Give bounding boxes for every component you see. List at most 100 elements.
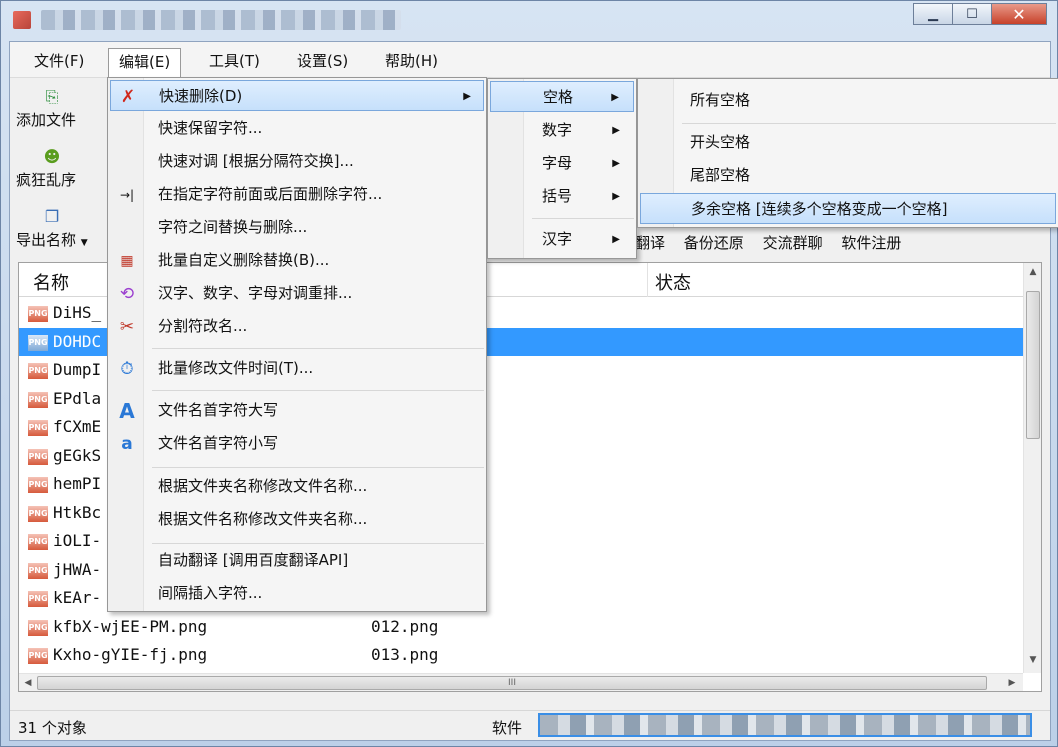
scroll-left-arrow-icon[interactable]: ◀ — [19, 674, 37, 692]
register-button[interactable]: 软件注册 — [841, 234, 901, 252]
uppercase-a-icon: A — [119, 399, 135, 423]
submenu-item-leading-spaces[interactable]: 开头空格 — [640, 127, 1056, 158]
scroll-down-arrow-icon[interactable]: ▼ — [1024, 651, 1042, 669]
application-window: ▁ ☐ ✕ 文件(F) 编辑(E) 工具(T) 设置(S) 帮助(H) ⎘ 添加… — [0, 0, 1058, 747]
menu-item-label: 文件名首字符大写 — [158, 401, 279, 419]
menu-item-label: 根据文件夹名称修改文件名称... — [158, 477, 368, 495]
submenu-item-letters[interactable]: 字母 ▶ — [490, 148, 634, 179]
menu-item-label: 批量修改文件时间(T)... — [158, 359, 314, 377]
export-names-label: 导出名称 — [16, 231, 77, 249]
png-file-icon: PNG — [28, 648, 48, 664]
file-name: DumpI — [53, 360, 102, 379]
menu-divider — [152, 390, 484, 391]
menu-item-interval-insert[interactable]: 间隔插入字符... — [110, 578, 484, 609]
menu-item-batch-replace[interactable]: ▦ 批量自定义删除替换(B)... — [110, 245, 484, 276]
menu-item-replace-between[interactable]: 字符之间替换与删除... — [110, 212, 484, 243]
file-name: gEGkS — [53, 445, 102, 465]
menu-help[interactable]: 帮助(H) — [375, 48, 448, 74]
batch-replace-icon: ▦ — [120, 253, 134, 269]
menu-tools[interactable]: 工具(T) — [199, 48, 270, 74]
png-file-icon: PNG — [28, 334, 48, 351]
submenu-item-extra-spaces[interactable]: 多余空格 [连续多个空格变成一个空格] — [640, 193, 1056, 224]
menu-item-rename-folder-by-file[interactable]: 根据文件名称修改文件夹名称... — [110, 504, 484, 535]
file-name: hemPI — [53, 474, 102, 493]
table-row[interactable]: PNG Kxho-gYIE-fj.png 013.png — [19, 641, 1023, 670]
clock-icon: ⏱ — [120, 359, 134, 379]
png-file-icon: PNG — [28, 391, 48, 408]
menu-item-quick-delete[interactable]: ✗ 快速删除(D) ▶ — [110, 80, 484, 111]
shuffle-icon: ⟲ — [119, 284, 135, 304]
menu-edit[interactable]: 编辑(E) — [108, 48, 182, 78]
submenu-item-digits[interactable]: 数字 ▶ — [490, 115, 634, 146]
submenu-item-label: 尾部空格 — [690, 166, 751, 184]
menu-settings[interactable]: 设置(S) — [287, 48, 358, 74]
smiley-icon: ☻ — [43, 147, 61, 166]
dropdown-arrow-icon[interactable]: ▼ — [81, 238, 88, 248]
quick-delete-submenu: 空格 ▶ 数字 ▶ 字母 ▶ 括号 ▶ 汉字 ▶ — [487, 78, 637, 259]
menu-divider — [532, 218, 634, 219]
menu-item-label: 间隔插入字符... — [158, 584, 263, 602]
file-name: fCXmE — [53, 417, 102, 436]
file-name: kEAr- — [53, 588, 102, 607]
menu-item-quick-keep[interactable]: 快速保留字符... — [110, 113, 484, 144]
translate-button[interactable]: 翻译 — [635, 234, 665, 252]
backup-restore-button[interactable]: 备份还原 — [684, 234, 744, 252]
status-blurred-text — [538, 713, 1032, 737]
file-name: EPdla — [53, 388, 102, 408]
submenu-item-trailing-spaces[interactable]: 尾部空格 — [640, 160, 1056, 191]
horizontal-scroll-thumb[interactable]: III — [37, 676, 987, 690]
submenu-item-chinese[interactable]: 汉字 ▶ — [490, 224, 634, 255]
add-files-label: 添加文件 — [16, 111, 77, 129]
submenu-item-label: 多余空格 [连续多个空格变成一个空格] — [691, 200, 948, 218]
copy-icon: ❐ — [44, 207, 60, 226]
menu-divider — [152, 467, 484, 468]
menu-item-auto-translate[interactable]: 自动翻译 [调用百度翻译API] — [110, 545, 484, 576]
submenu-item-all-spaces[interactable]: 所有空格 — [640, 85, 1056, 116]
vertical-scroll-thumb[interactable] — [1026, 291, 1040, 439]
menu-item-separator-rename[interactable]: ✂ 分割符改名... — [110, 311, 484, 342]
png-file-icon: PNG — [28, 619, 48, 636]
horizontal-scrollbar[interactable]: ◀ III ▶ — [19, 673, 1023, 691]
file-name: DiHS_ — [53, 303, 102, 322]
menu-item-quick-swap[interactable]: 快速对调 [根据分隔符交换]... — [110, 146, 484, 177]
app-icon — [13, 11, 31, 29]
add-files-button[interactable]: ⎘ 添加文件 — [16, 87, 106, 130]
window-controls: ▁ ☐ ✕ — [913, 3, 1047, 25]
png-file-icon: PNG — [28, 534, 48, 550]
export-names-button[interactable]: ❐ 导出名称 ▼ — [16, 207, 106, 250]
column-status[interactable]: 状态 — [655, 269, 691, 295]
file-name: jHWA- — [53, 559, 102, 579]
file-name: HtkBc — [53, 502, 102, 522]
file-name: kfbX-wjEE-PM.png — [53, 616, 208, 636]
table-row[interactable]: PNG kfbX-wjEE-PM.png 012.png — [19, 613, 1023, 642]
minimize-button[interactable]: ▁ — [913, 3, 953, 25]
close-button[interactable]: ✕ — [991, 3, 1047, 25]
menu-item-first-upper[interactable]: A 文件名首字符大写 — [110, 395, 484, 426]
menu-item-label: 快速保留字符... — [158, 119, 263, 137]
menu-item-file-time[interactable]: ⏱ 批量修改文件时间(T)... — [110, 353, 484, 384]
png-file-icon: PNG — [28, 505, 48, 522]
submenu-item-brackets[interactable]: 括号 ▶ — [490, 181, 634, 212]
crazy-shuffle-button[interactable]: ☻ 疯狂乱序 — [16, 147, 106, 190]
submenu-arrow-icon: ▶ — [612, 234, 620, 245]
toolbar: ⎘ 添加文件 ☻ 疯狂乱序 ❐ 导出名称 ▼ — [10, 79, 106, 259]
submenu-item-space[interactable]: 空格 ▶ — [490, 81, 634, 112]
group-chat-button[interactable]: 交流群聊 — [763, 234, 823, 252]
menu-item-label: 根据文件名称修改文件夹名称... — [158, 510, 368, 528]
maximize-button[interactable]: ☐ — [952, 3, 992, 25]
menu-item-label: 在指定字符前面或后面删除字符... — [158, 185, 383, 203]
menu-item-first-lower[interactable]: a 文件名首字符小写 — [110, 428, 484, 459]
scroll-right-arrow-icon[interactable]: ▶ — [1003, 674, 1021, 692]
menu-item-rename-by-folder[interactable]: 根据文件夹名称修改文件名称... — [110, 471, 484, 502]
arrow-bar-icon: →| — [119, 188, 135, 202]
column-separator[interactable] — [647, 263, 648, 297]
menu-item-delete-around[interactable]: →| 在指定字符前面或后面删除字符... — [110, 179, 484, 210]
menu-file[interactable]: 文件(F) — [24, 48, 94, 74]
vertical-scrollbar[interactable]: ▲ ▼ — [1023, 263, 1041, 673]
submenu-arrow-icon: ▶ — [611, 92, 619, 103]
png-file-icon: PNG — [28, 363, 48, 379]
column-name[interactable]: 名称 — [33, 269, 69, 295]
submenu-item-label: 空格 — [543, 88, 574, 106]
scroll-up-arrow-icon[interactable]: ▲ — [1024, 263, 1042, 281]
menu-item-reorder[interactable]: ⟲ 汉字、数字、字母对调重排... — [110, 278, 484, 309]
